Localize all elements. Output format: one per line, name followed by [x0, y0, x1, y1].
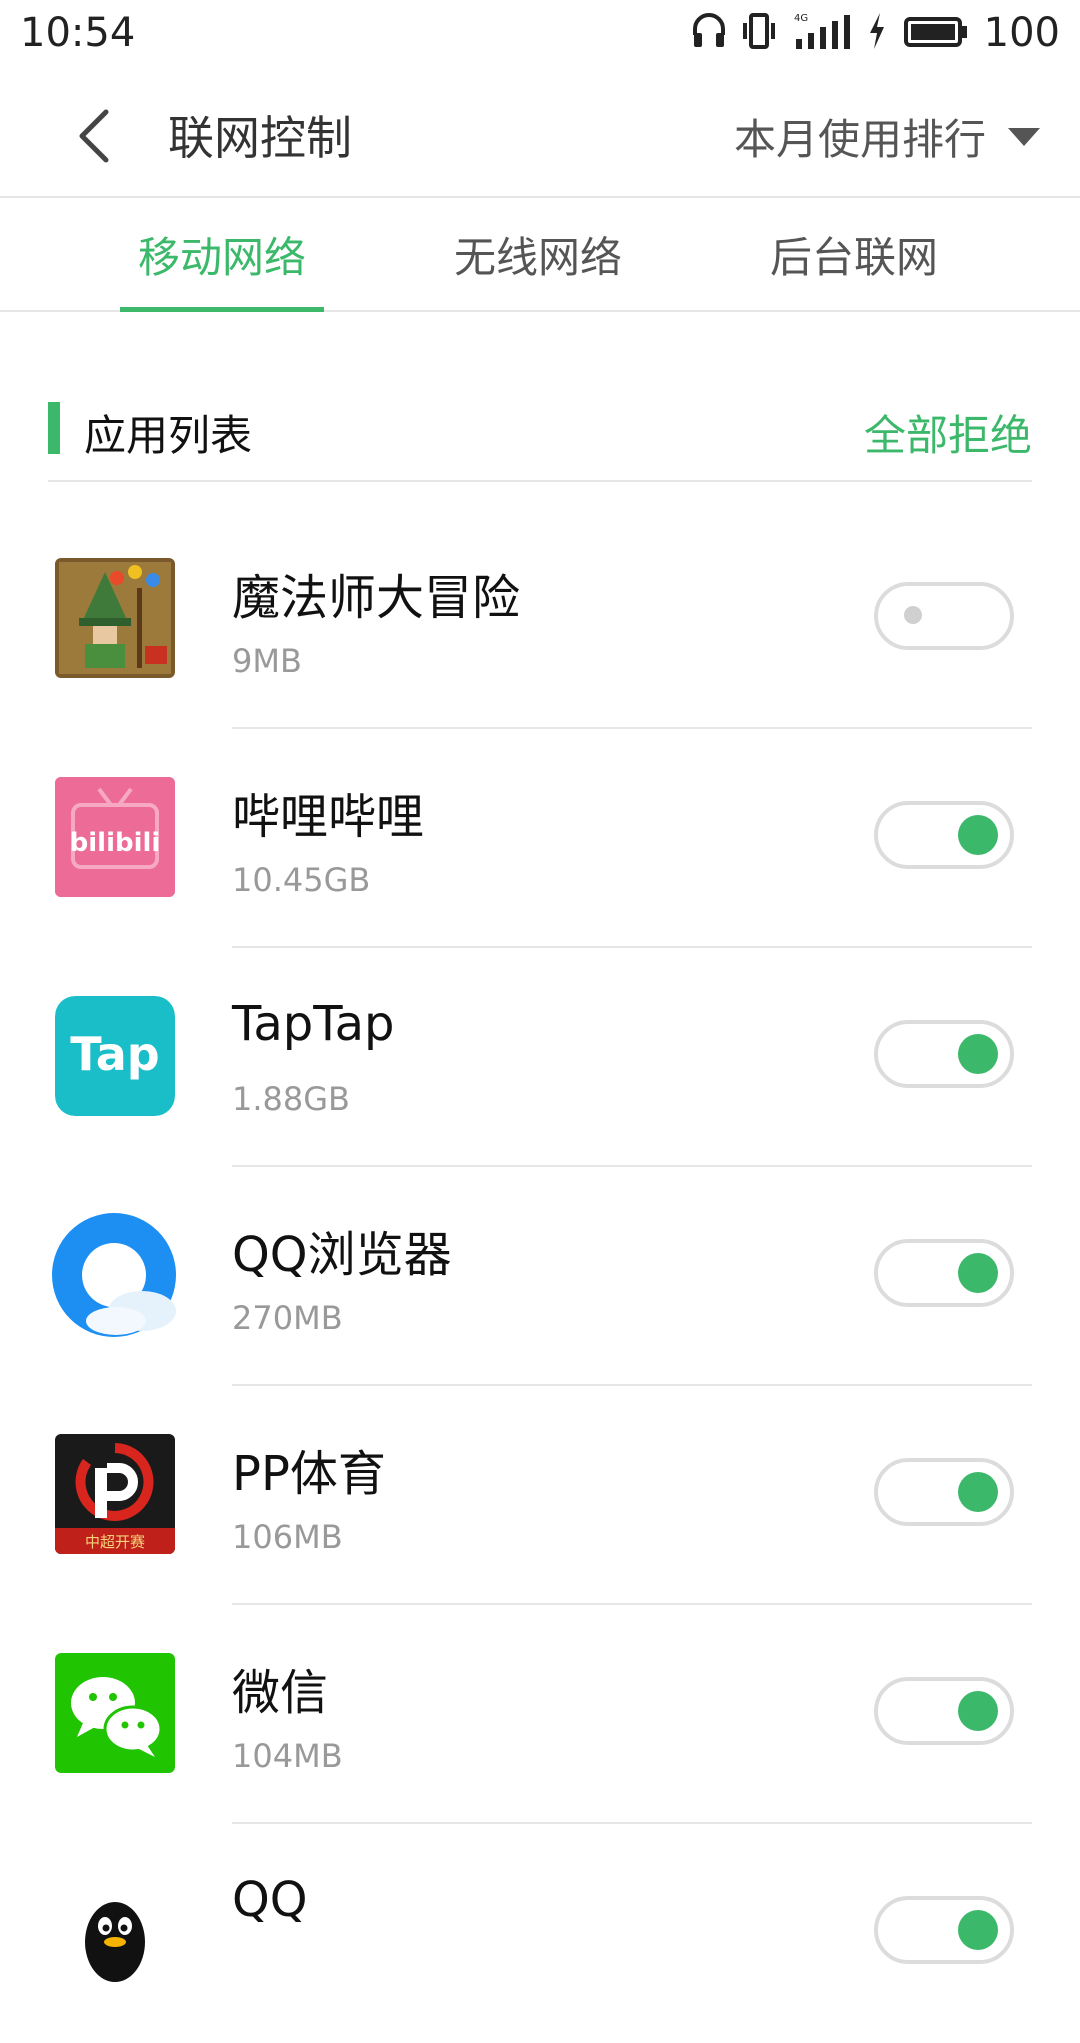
sort-dropdown[interactable]: 本月使用排行 [734, 96, 1040, 176]
app-row: QQ浏览器 270MB [0, 1167, 1080, 1386]
charging-icon [866, 11, 888, 55]
section-title: 应用列表 [84, 411, 253, 460]
signal-icon: 4G [792, 11, 850, 55]
wizard-game-icon [55, 558, 175, 678]
network-toggle[interactable] [874, 1239, 1014, 1307]
battery-level: 100 [983, 10, 1060, 56]
app-row: Tap TapTap 1.88GB [0, 948, 1080, 1167]
wechat-icon [55, 1653, 175, 1773]
app-name: 哔哩哔哩 [232, 789, 425, 845]
section-accent-bar [48, 402, 60, 454]
battery-icon [903, 11, 968, 55]
toggle-knob [904, 606, 922, 624]
taptap-icon: Tap [55, 996, 175, 1116]
network-toggle[interactable] [874, 582, 1014, 650]
network-toggle[interactable] [874, 1677, 1014, 1745]
toggle-knob [958, 815, 998, 855]
back-button[interactable] [54, 96, 134, 176]
network-type-label: 4G [794, 13, 808, 24]
network-toggle[interactable] [874, 801, 1014, 869]
app-name: 魔法师大冒险 [232, 570, 521, 626]
toggle-knob [958, 1691, 998, 1731]
page-title: 联网控制 [168, 111, 352, 165]
bilibili-icon-text: bilibili [70, 828, 161, 858]
tab-label: 无线网络 [453, 232, 622, 282]
sort-label: 本月使用排行 [733, 114, 986, 164]
network-toggle[interactable] [874, 1020, 1014, 1088]
status-icons: 4G 100 [692, 10, 1060, 56]
tab-label: 移动网络 [137, 232, 306, 282]
tab-background-network[interactable]: 后台联网 [752, 198, 956, 310]
status-time: 10:54 [20, 10, 136, 56]
toggle-knob [958, 1910, 998, 1950]
status-bar: 10:54 4G 100 [0, 0, 1080, 72]
headphones-icon [692, 11, 726, 55]
network-toggle[interactable] [874, 1458, 1014, 1526]
app-row: bilibili 哔哩哔哩 10.45GB [0, 729, 1080, 948]
tab-label: 后台联网 [769, 232, 938, 282]
qq-browser-icon [50, 1211, 178, 1339]
bilibili-icon: bilibili [55, 777, 175, 897]
deny-all-button[interactable]: 全部拒绝 [864, 402, 1032, 463]
taptap-icon-text: Tap [70, 1027, 159, 1081]
network-toggle[interactable] [874, 1896, 1014, 1964]
app-name: QQ浏览器 [232, 1227, 452, 1283]
app-usage: 270MB [232, 1299, 343, 1337]
app-row: 中超开赛 PP体育 106MB [0, 1386, 1080, 1605]
app-name: PP体育 [232, 1446, 386, 1502]
app-usage: 104MB [232, 1737, 343, 1775]
active-tab-indicator [120, 307, 324, 312]
toggle-knob [958, 1253, 998, 1293]
pp-sports-icon: 中超开赛 [55, 1434, 175, 1554]
vibrate-icon [742, 11, 776, 55]
app-list: 魔法师大冒险 9MB bilibili 哔哩哔哩 10.45GB Tap Tap… [0, 510, 1080, 2043]
dropdown-triangle-icon [1008, 128, 1040, 146]
back-icon [79, 109, 109, 163]
nav-bar: 联网控制 本月使用排行 [0, 72, 1080, 198]
app-row: 微信 104MB [0, 1605, 1080, 1824]
app-usage: 106MB [232, 1518, 343, 1556]
pp-sports-icon-text: 中超开赛 [85, 1533, 145, 1551]
app-row: QQ [0, 1824, 1080, 2043]
toggle-knob [958, 1034, 998, 1074]
app-name: 微信 [232, 1665, 329, 1721]
qq-penguin-icon [55, 1872, 175, 1992]
app-usage: 1.88GB [232, 1080, 350, 1118]
section-header: 应用列表 全部拒绝 [48, 380, 1032, 482]
tab-wifi-network[interactable]: 无线网络 [436, 198, 640, 310]
app-usage: 9MB [232, 642, 302, 680]
toggle-knob [958, 1472, 998, 1512]
tab-mobile-network[interactable]: 移动网络 [120, 198, 324, 312]
network-tabs: 移动网络 无线网络 后台联网 [0, 198, 1080, 312]
app-row: 魔法师大冒险 9MB [0, 510, 1080, 729]
app-usage: 10.45GB [232, 861, 371, 899]
app-name: TapTap [232, 996, 395, 1052]
